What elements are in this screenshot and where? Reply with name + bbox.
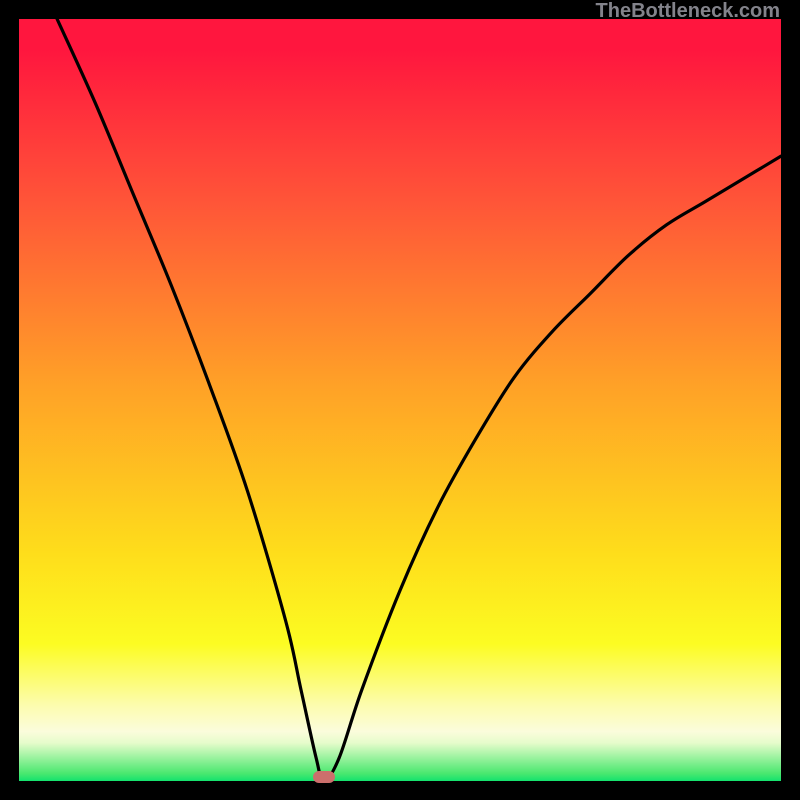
chart-plot-area (19, 19, 781, 781)
bottleneck-curve (19, 19, 781, 781)
optimum-marker (313, 771, 335, 783)
